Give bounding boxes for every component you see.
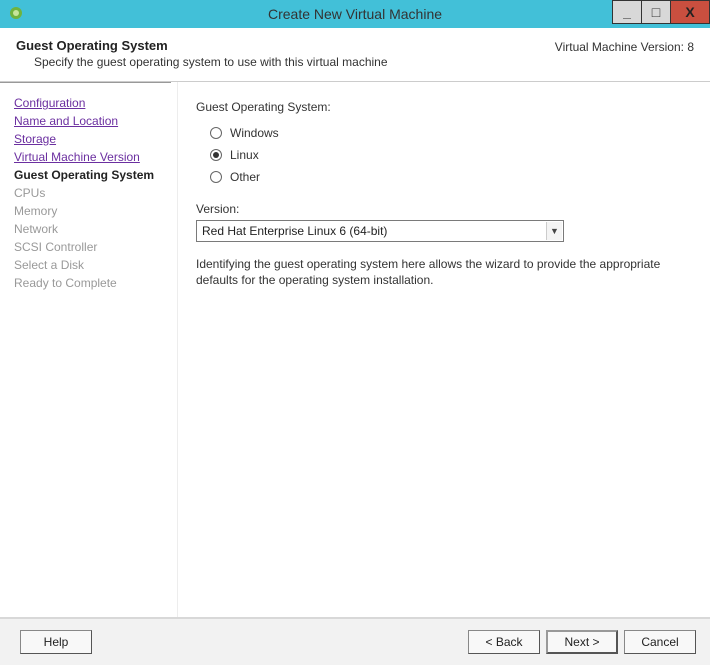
radio-windows[interactable]: Windows <box>210 122 688 144</box>
minimize-button[interactable]: _ <box>612 0 642 24</box>
wizard-main: Guest Operating System: Windows Linux Ot… <box>178 82 710 617</box>
wizard-body: Configuration Name and Location Storage … <box>0 82 710 617</box>
radio-icon <box>210 171 222 183</box>
guest-os-hint: Identifying the guest operating system h… <box>196 256 688 288</box>
version-dropdown[interactable]: Red Hat Enterprise Linux 6 (64-bit) ▼ <box>196 220 564 242</box>
titlebar: Create New Virtual Machine _ □ X <box>0 0 710 28</box>
sidebar-step-network: Network <box>14 220 169 238</box>
version-dropdown-value: Red Hat Enterprise Linux 6 (64-bit) <box>202 224 387 238</box>
sidebar-step-ready: Ready to Complete <box>14 274 169 292</box>
next-button[interactable]: Next > <box>546 630 618 654</box>
cancel-button[interactable]: Cancel <box>624 630 696 654</box>
sidebar-step-scsi: SCSI Controller <box>14 238 169 256</box>
sidebar-step-guest-os: Guest Operating System <box>14 166 169 184</box>
sidebar-step-cpus: CPUs <box>14 184 169 202</box>
guest-os-radio-group: Windows Linux Other <box>196 122 688 188</box>
page-title: Guest Operating System <box>16 38 555 53</box>
radio-label-other: Other <box>230 170 260 184</box>
version-label: Version: <box>196 202 688 216</box>
maximize-button[interactable]: □ <box>641 0 671 24</box>
vm-version-info: Virtual Machine Version: 8 <box>555 38 694 69</box>
radio-label-linux: Linux <box>230 148 259 162</box>
back-button[interactable]: < Back <box>468 630 540 654</box>
radio-linux[interactable]: Linux <box>210 144 688 166</box>
sidebar-step-name-location[interactable]: Name and Location <box>14 112 169 130</box>
radio-other[interactable]: Other <box>210 166 688 188</box>
page-subtitle: Specify the guest operating system to us… <box>34 55 555 69</box>
titlebar-title: Create New Virtual Machine <box>268 6 442 22</box>
sidebar-step-vm-version[interactable]: Virtual Machine Version <box>14 148 169 166</box>
radio-icon <box>210 149 222 161</box>
sidebar-step-configuration[interactable]: Configuration <box>14 94 169 112</box>
wizard-steps-sidebar: Configuration Name and Location Storage … <box>0 82 178 617</box>
window-controls: _ □ X <box>613 0 710 24</box>
sidebar-step-memory: Memory <box>14 202 169 220</box>
guest-os-section-label: Guest Operating System: <box>196 100 688 114</box>
wizard-header: Guest Operating System Specify the guest… <box>0 28 710 82</box>
sidebar-step-storage[interactable]: Storage <box>14 130 169 148</box>
chevron-down-icon: ▼ <box>546 222 562 240</box>
sidebar-step-select-disk: Select a Disk <box>14 256 169 274</box>
wizard-footer: Help < Back Next > Cancel <box>0 617 710 665</box>
app-icon <box>8 5 24 21</box>
help-button[interactable]: Help <box>20 630 92 654</box>
radio-icon <box>210 127 222 139</box>
close-button[interactable]: X <box>670 0 710 24</box>
radio-label-windows: Windows <box>230 126 279 140</box>
